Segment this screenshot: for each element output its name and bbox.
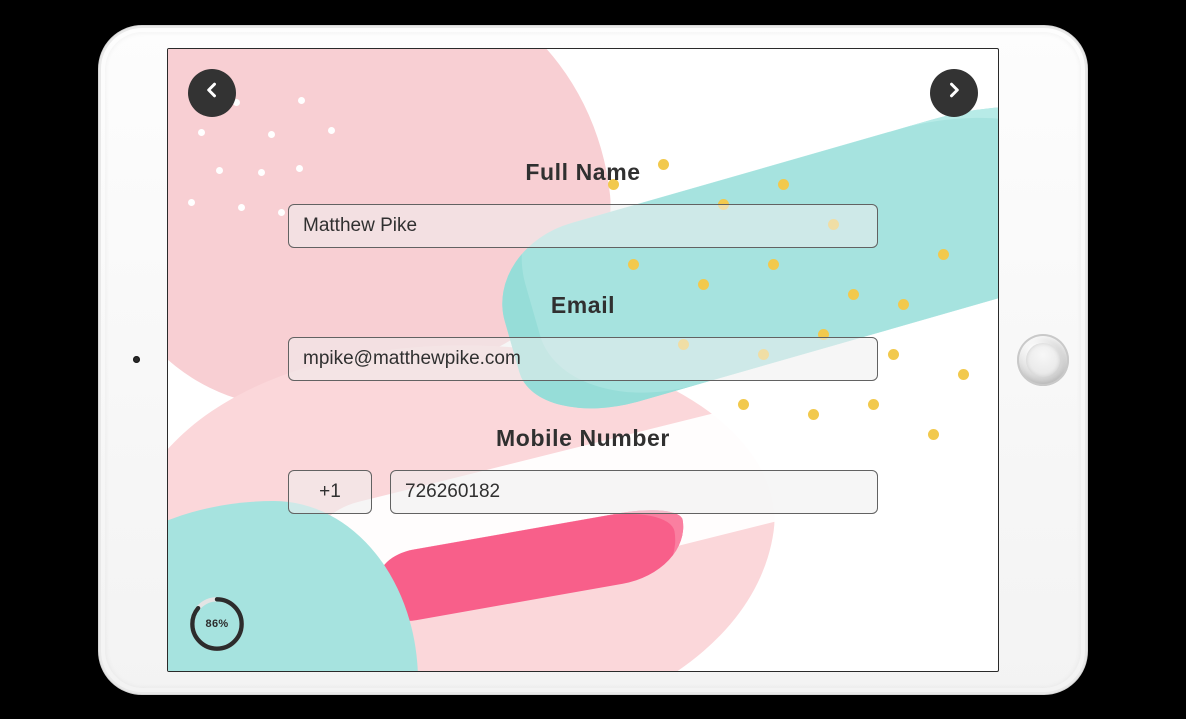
ipad-frame: Full Name Email Mobile Number +1 xyxy=(98,25,1088,695)
full-name-label: Full Name xyxy=(525,159,640,186)
mobile-group: Mobile Number +1 xyxy=(288,425,878,514)
next-button[interactable] xyxy=(930,69,978,117)
progress-percent-label: 86% xyxy=(188,595,246,653)
front-camera xyxy=(133,356,140,363)
chevron-right-icon xyxy=(944,80,964,105)
mobile-row: +1 xyxy=(288,470,878,514)
progress-ring: 86% xyxy=(188,595,246,653)
country-code-select[interactable]: +1 xyxy=(288,470,372,514)
screen: Full Name Email Mobile Number +1 xyxy=(167,48,999,672)
back-button[interactable] xyxy=(188,69,236,117)
full-name-input[interactable] xyxy=(288,204,878,248)
country-code-value: +1 xyxy=(319,481,341,503)
email-group: Email xyxy=(288,292,878,381)
email-input[interactable] xyxy=(288,337,878,381)
email-label: Email xyxy=(551,292,615,319)
full-name-group: Full Name xyxy=(288,159,878,248)
mobile-label: Mobile Number xyxy=(496,425,670,452)
signup-form: Full Name Email Mobile Number +1 xyxy=(168,159,998,540)
chevron-left-icon xyxy=(202,80,222,105)
home-button[interactable] xyxy=(1017,334,1069,386)
mobile-number-input[interactable] xyxy=(390,470,878,514)
